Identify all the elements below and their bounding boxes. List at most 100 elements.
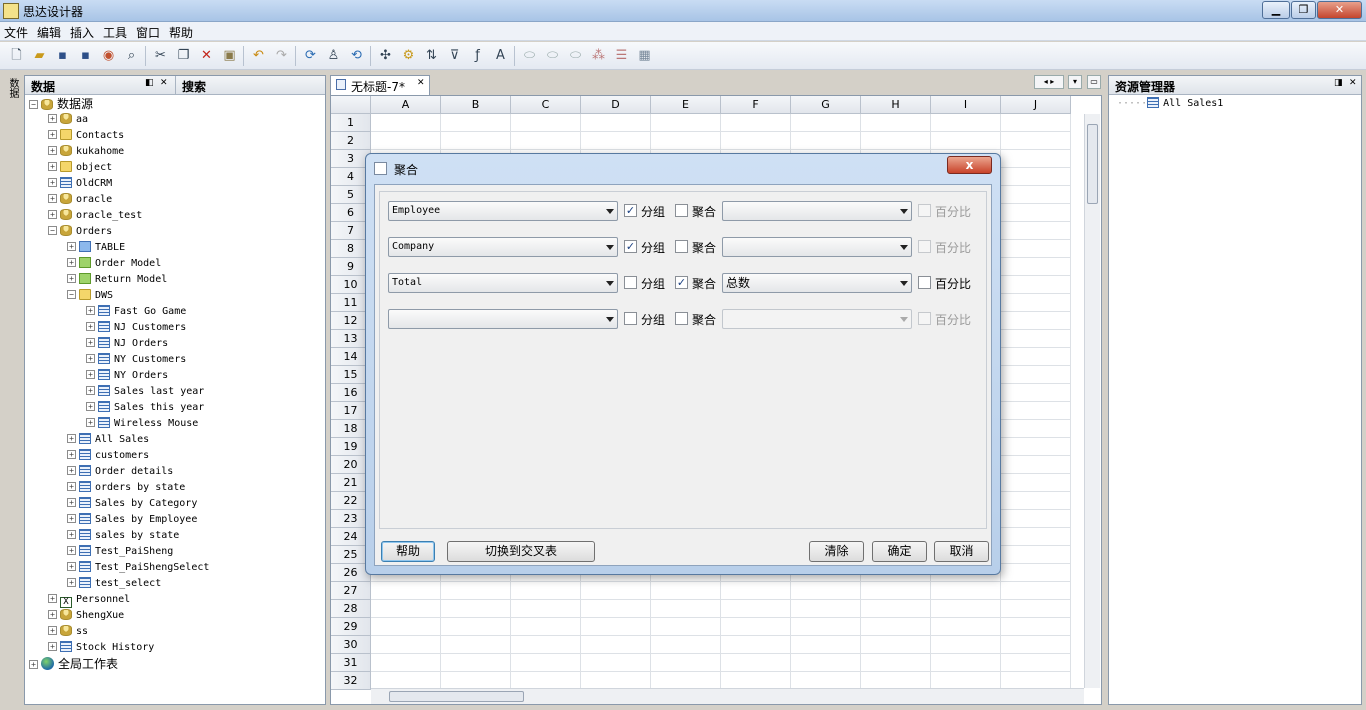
format-icon[interactable]: A [492,47,509,64]
merge-disabled-icon[interactable]: ⬭ [567,47,584,64]
row-header[interactable]: 27 [331,582,371,600]
grid-cell[interactable] [1001,186,1071,204]
row-header[interactable]: 28 [331,600,371,618]
vertical-scroll-thumb[interactable] [1087,124,1098,204]
grid-cell[interactable] [791,654,861,672]
redo-icon[interactable]: ↷ [273,47,290,64]
tab-scroll-arrows[interactable]: ◂ ▸ [1034,75,1064,89]
grid-cell[interactable] [721,114,791,132]
grid-cell[interactable] [1001,456,1071,474]
panel-close-icon[interactable]: ✕ [1349,78,1357,88]
tab-maximize-icon[interactable]: ▭ [1087,75,1101,89]
grid-cell[interactable] [791,132,861,150]
tree-item[interactable]: + All Sales [67,432,149,448]
filter-icon[interactable]: ⊽ [446,47,463,64]
grid-cell[interactable] [721,132,791,150]
insert-row-icon[interactable]: ⁂ [590,47,607,64]
side-tab-data[interactable]: 数据 [4,78,20,108]
grid-cell[interactable] [651,132,721,150]
grid-cell[interactable] [511,600,581,618]
grid-cell[interactable] [371,132,441,150]
grid-cell[interactable] [511,654,581,672]
table-layout-icon[interactable]: ▦ [636,47,653,64]
grid-cell[interactable] [931,132,1001,150]
grid-cell[interactable] [371,600,441,618]
tree-item[interactable]: + Test_PaiSheng [67,544,173,560]
tree-item[interactable]: + oracle [48,192,112,208]
grid-cell[interactable] [441,636,511,654]
tree-item[interactable]: + NJ Customers [86,320,186,336]
grid-cell[interactable] [651,618,721,636]
grid-cell[interactable] [1001,420,1071,438]
expand-toggle-icon[interactable]: + [86,354,95,363]
expand-toggle-icon[interactable]: + [86,418,95,427]
expand-toggle-icon[interactable]: + [48,642,57,651]
function-select[interactable] [722,309,912,329]
wizard-icon[interactable]: ✣ [377,47,394,64]
tree-item[interactable]: + NY Customers [86,352,186,368]
ok-button[interactable]: 确定 [872,541,927,562]
corner-cell[interactable] [331,96,371,114]
grid-cell[interactable] [1001,492,1071,510]
grid-cell[interactable] [511,132,581,150]
column-header[interactable]: C [511,96,581,114]
pin-icon[interactable]: ◧ [145,78,154,88]
expand-toggle-icon[interactable]: + [48,210,57,219]
grid-cell[interactable] [1001,240,1071,258]
menu-tools[interactable]: 工具 [103,24,127,41]
paste-icon[interactable]: ▣ [221,47,238,64]
grid-cell[interactable] [931,636,1001,654]
expand-toggle-icon[interactable]: + [67,258,76,267]
cut-icon[interactable]: ✂ [152,47,169,64]
expand-toggle-icon[interactable]: + [86,338,95,347]
grid-cell[interactable] [651,582,721,600]
expand-toggle-icon[interactable]: + [48,130,57,139]
tree-item[interactable]: + Sales by Category [67,496,197,512]
grid-cell[interactable] [721,654,791,672]
menu-window[interactable]: 窗口 [136,24,160,41]
expand-toggle-icon[interactable]: − [67,290,76,299]
grid-cell[interactable] [651,600,721,618]
refresh-data-icon[interactable]: ⟳ [302,47,319,64]
grid-cell[interactable] [581,636,651,654]
tree-item[interactable]: + Order Model [67,256,161,272]
percent-checkbox[interactable] [918,240,931,253]
switch-to-crosstab-button[interactable]: 切换到交叉表 [447,541,595,562]
formula-icon[interactable]: ƒ [469,47,486,64]
expand-toggle-icon[interactable]: + [48,626,57,635]
panel-close-icon[interactable]: ✕ [160,78,168,88]
grid-cell[interactable] [441,582,511,600]
grid-cell[interactable] [581,600,651,618]
dialog-close-button[interactable]: x [947,156,992,174]
tree-item[interactable]: + 全局工作表 [29,656,118,672]
grid-cell[interactable] [511,582,581,600]
expand-toggle-icon[interactable]: + [86,306,95,315]
column-header[interactable]: H [861,96,931,114]
expand-toggle-icon[interactable]: + [29,660,38,669]
grid-cell[interactable] [861,654,931,672]
expand-toggle-icon[interactable]: + [86,402,95,411]
maximize-button[interactable]: ❐ [1291,1,1316,19]
function-select[interactable] [722,201,912,221]
vertical-scrollbar[interactable] [1084,114,1100,688]
grid-cell[interactable] [1001,384,1071,402]
horizontal-scroll-thumb[interactable] [389,691,524,702]
grid-cell[interactable] [1001,294,1071,312]
grid-cell[interactable] [371,636,441,654]
grid-cell[interactable] [581,132,651,150]
grid-cell[interactable] [441,114,511,132]
field-select[interactable]: Total [388,273,618,293]
menu-help[interactable]: 帮助 [169,24,193,41]
grid-cell[interactable] [441,600,511,618]
expand-toggle-icon[interactable]: + [67,498,76,507]
function-select[interactable]: 总数 [722,273,912,293]
expand-toggle-icon[interactable]: + [48,114,57,123]
tree-item[interactable]: + object [48,160,112,176]
grid-cell[interactable] [441,618,511,636]
grid-cell[interactable] [931,600,1001,618]
tree-item[interactable]: + sales by state [67,528,179,544]
grid-cell[interactable] [1001,402,1071,420]
grid-cell[interactable] [1001,276,1071,294]
field-select[interactable]: Employee [388,201,618,221]
grid-cell[interactable] [791,600,861,618]
